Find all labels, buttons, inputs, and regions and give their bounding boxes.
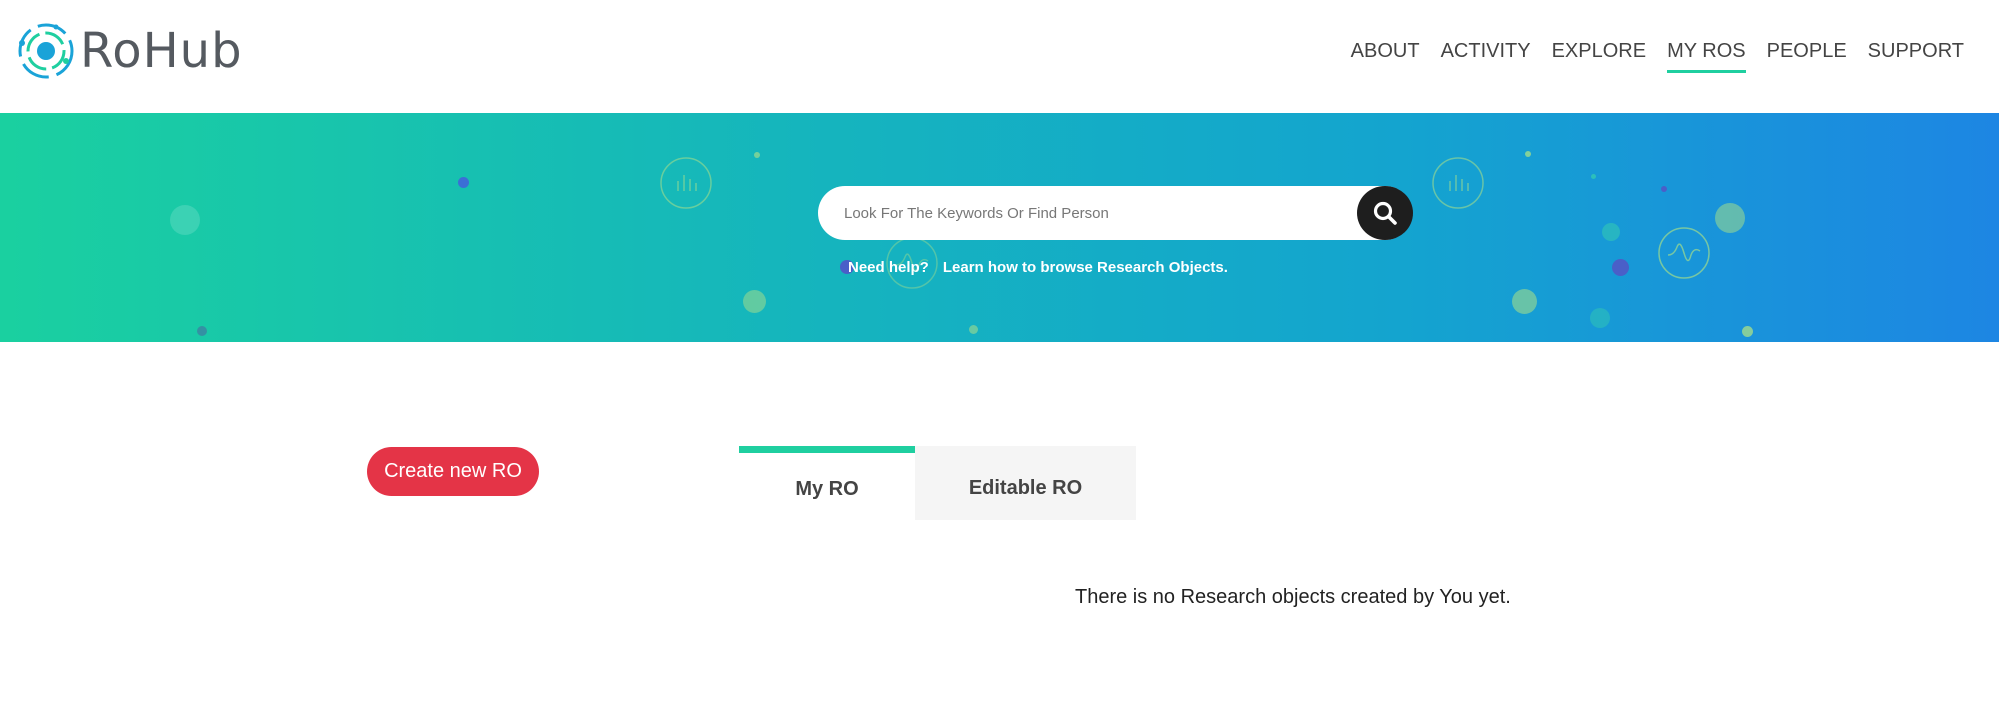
decor-dot: [1590, 308, 1610, 328]
rohub-logo-icon: [18, 23, 74, 79]
decor-dot: [170, 205, 200, 235]
nav-about[interactable]: ABOUT: [1340, 36, 1430, 73]
nav-explore[interactable]: EXPLORE: [1541, 36, 1656, 73]
main-nav: ABOUT ACTIVITY EXPLORE MY ROS PEOPLE SUP…: [1340, 36, 1974, 73]
nav-my-ros[interactable]: MY ROS: [1656, 36, 1756, 73]
help-label: Need help?: [848, 259, 929, 276]
wave-chart-icon: [1658, 227, 1710, 279]
empty-state-message: There is no Research objects created by …: [1075, 586, 1511, 608]
nav-people[interactable]: PEOPLE: [1756, 36, 1857, 73]
decor-dot: [1742, 326, 1753, 337]
decor-dot: [197, 326, 207, 336]
decor-dot: [1661, 186, 1667, 192]
rohub-logo[interactable]: RoHub: [16, 21, 243, 81]
bar-chart-icon: [660, 157, 712, 209]
tab-my-ro[interactable]: My RO: [739, 446, 915, 520]
help-line: Need help? Learn how to browse Research …: [848, 259, 1228, 276]
search-banner: Need help? Learn how to browse Research …: [0, 113, 1999, 342]
decor-dot: [754, 152, 760, 158]
logo-text: RoHub: [80, 23, 243, 79]
decor-dot: [458, 177, 469, 188]
nav-support[interactable]: SUPPORT: [1857, 36, 1974, 73]
site-header: RoHub ABOUT ACTIVITY EXPLORE MY ROS PEOP…: [0, 0, 1999, 113]
decor-dot: [1525, 151, 1531, 157]
decor-dot: [1591, 174, 1596, 179]
nav-activity[interactable]: ACTIVITY: [1430, 36, 1541, 73]
browse-help-link[interactable]: Learn how to browse Research Objects.: [943, 259, 1228, 276]
ro-tabs: My RO Editable RO: [739, 446, 1136, 520]
tab-editable-ro[interactable]: Editable RO: [915, 446, 1136, 520]
decor-dot: [1602, 223, 1620, 241]
decor-dot: [969, 325, 978, 334]
decor-dot: [743, 290, 766, 313]
search-input[interactable]: [844, 186, 1344, 240]
create-new-ro-button[interactable]: Create new RO: [367, 447, 539, 496]
decor-dot: [1612, 259, 1629, 276]
search-icon: [1373, 201, 1397, 225]
search-bar: [818, 186, 1413, 240]
bar-chart-icon: [1432, 157, 1484, 209]
decor-dot: [1512, 289, 1537, 314]
decor-dot: [1715, 203, 1745, 233]
search-button[interactable]: [1357, 186, 1413, 240]
